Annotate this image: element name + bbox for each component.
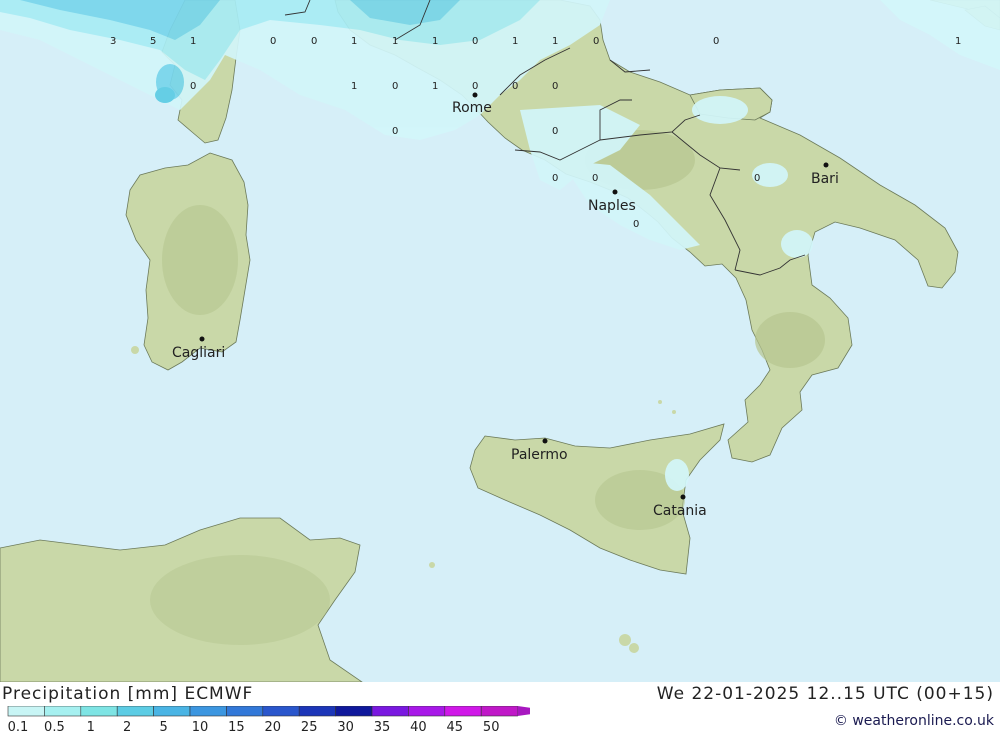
footer: Precipitation [mm] ECMWF We 22-01-2025 1… <box>0 682 1000 733</box>
legend-label: 50 <box>483 720 500 733</box>
legend-label: 0.5 <box>44 720 65 733</box>
relief-sardinia <box>162 205 238 315</box>
value-label: 0 <box>633 219 639 230</box>
city-label-rome: Rome <box>452 100 492 116</box>
value-label: 1 <box>351 36 357 47</box>
island <box>658 400 662 404</box>
legend-label: 10 <box>192 720 209 733</box>
legend-swatch <box>44 706 82 717</box>
precip-etna <box>665 459 689 491</box>
legend-label: 5 <box>159 720 167 733</box>
value-label: 1 <box>432 81 438 92</box>
legend-label: 1 <box>87 720 95 733</box>
legend-swatch <box>153 706 191 717</box>
precipitation-map: Rome Naples Bari Cagliari Palermo Catani… <box>0 0 1000 682</box>
value-label: 0 <box>552 173 558 184</box>
legend-swatch <box>444 706 482 717</box>
legend-label: 40 <box>410 720 427 733</box>
legend-swatch <box>7 706 45 717</box>
value-label: 5 <box>150 36 156 47</box>
city-label-naples: Naples <box>588 198 636 214</box>
island <box>619 634 631 646</box>
legend-swatch <box>226 706 264 717</box>
value-label: 0 <box>392 126 398 137</box>
value-label: 1 <box>392 36 398 47</box>
legend-swatch <box>189 706 227 717</box>
valid-time: We 22-01-2025 12..15 UTC (00+15) <box>656 684 994 704</box>
value-label: 0 <box>552 126 558 137</box>
value-label: 0 <box>270 36 276 47</box>
value-label: 0 <box>311 36 317 47</box>
precip-basilicata <box>781 230 813 258</box>
precip-gargano <box>692 96 748 124</box>
legend-swatch <box>298 706 336 717</box>
value-label: 0 <box>392 81 398 92</box>
legend-overflow-arrow <box>517 706 530 716</box>
bari-marker <box>823 162 829 168</box>
relief-tunisia <box>150 555 330 645</box>
legend-swatch <box>116 706 154 717</box>
value-label: 3 <box>110 36 116 47</box>
value-label: 1 <box>351 81 357 92</box>
legend-label: 25 <box>301 720 318 733</box>
legend-swatch <box>480 706 518 717</box>
legend-swatch <box>335 706 373 717</box>
precipitation-legend: 0.1 0.5 1 2 5 10 15 20 25 30 35 40 45 50 <box>7 706 530 733</box>
value-label: 0 <box>713 36 719 47</box>
relief-calabria <box>755 312 825 368</box>
naples-marker <box>612 189 618 195</box>
value-label: 1 <box>512 36 518 47</box>
legend-label: 15 <box>228 720 245 733</box>
island <box>429 562 435 568</box>
copyright[interactable]: © weatheronline.co.uk <box>834 713 994 729</box>
value-label: 1 <box>190 36 196 47</box>
value-label: 0 <box>552 81 558 92</box>
legend-label: 35 <box>374 720 391 733</box>
value-label: 0 <box>472 81 478 92</box>
city-label-cagliari: Cagliari <box>172 345 225 361</box>
legend-label: 2 <box>123 720 131 733</box>
value-label: 1 <box>432 36 438 47</box>
rome-marker <box>472 92 478 98</box>
legend-label: 0.1 <box>8 720 29 733</box>
value-label: 0 <box>512 81 518 92</box>
palermo-marker <box>542 438 548 444</box>
city-label-catania: Catania <box>653 503 707 519</box>
legend-swatch <box>262 706 300 717</box>
value-label: 1 <box>955 36 961 47</box>
catania-marker <box>680 494 686 500</box>
island <box>672 410 676 414</box>
island <box>131 346 139 354</box>
legend-label: 30 <box>337 720 354 733</box>
map-title: Precipitation [mm] ECMWF <box>2 684 254 704</box>
value-label: 0 <box>592 173 598 184</box>
legend-label: 45 <box>447 720 464 733</box>
value-label: 0 <box>593 36 599 47</box>
legend-swatch <box>408 706 446 717</box>
value-label: 0 <box>754 173 760 184</box>
precip-corsica <box>155 87 175 103</box>
value-label: 0 <box>472 36 478 47</box>
city-label-bari: Bari <box>811 171 839 187</box>
cagliari-marker <box>199 336 205 342</box>
legend-swatch <box>80 706 118 717</box>
legend-swatch <box>371 706 409 717</box>
value-label: 0 <box>190 81 196 92</box>
value-label: 1 <box>552 36 558 47</box>
legend-label: 20 <box>265 720 282 733</box>
island <box>629 643 639 653</box>
city-label-palermo: Palermo <box>511 447 568 463</box>
